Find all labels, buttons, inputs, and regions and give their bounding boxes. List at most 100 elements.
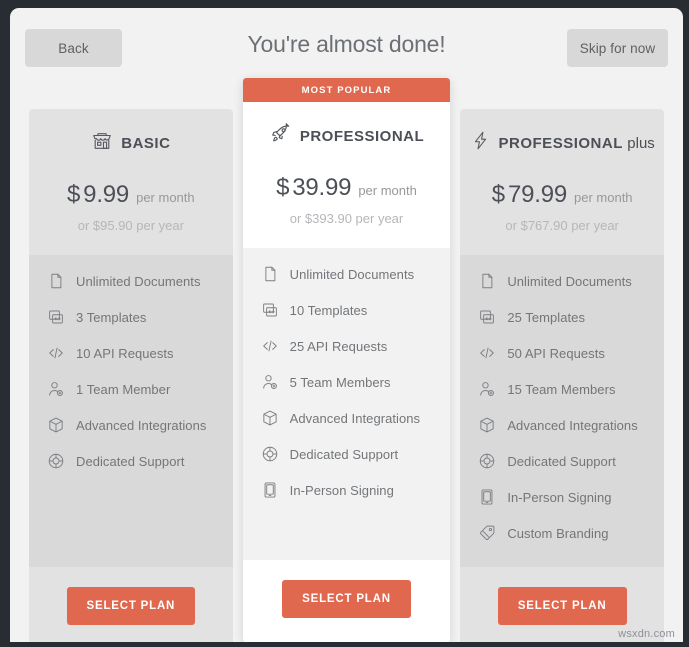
template-icon [478,308,496,326]
user-add-icon [47,380,65,398]
feature-item: Dedicated Support [478,443,664,479]
lifering-icon [478,452,496,470]
cube-icon [478,416,496,434]
plan-name-row: PROFESSIONAL [243,123,451,149]
document-icon [478,272,496,290]
page-surface: Back You're almost done! Skip for now BA… [10,8,683,642]
feature-label: In-Person Signing [289,482,394,498]
feature-item: 25 API Requests [261,328,451,364]
feature-label: 10 API Requests [76,345,174,361]
select-plan-button-basic[interactable]: SELECT PLAN [66,587,196,625]
feature-item: In-Person Signing [478,479,664,515]
feature-list-professional-plus: Unlimited Documents 25 Templates 50 API … [460,255,664,567]
price-amount: 79.99 [507,181,567,208]
feature-item: In-Person Signing [261,472,451,508]
feature-label: 25 Templates [507,309,586,325]
feature-label: Custom Branding [507,525,609,541]
feature-label: Unlimited Documents [76,273,201,289]
code-icon [478,344,496,362]
pricing-plan-list: BASIC $9.99 per month or $95.90 per year… [10,78,683,642]
feature-item: Advanced Integrations [47,407,233,443]
plan-price-row: $39.99 per month [243,174,451,202]
yearly-price: or $393.90 per year [289,211,404,226]
feature-item: 50 API Requests [478,335,664,371]
feature-item: 1 Team Member [47,371,233,407]
feature-label: 50 API Requests [507,345,605,361]
select-plan-button-professional-plus[interactable]: SELECT PLAN [497,587,627,625]
feature-label: 3 Templates [76,309,147,325]
user-add-icon [478,380,496,398]
price-amount: 39.99 [292,174,352,201]
plan-name: PROFESSIONAL plus [499,135,655,152]
feature-label: 10 Templates [289,302,368,318]
feature-item: 10 API Requests [47,335,233,371]
plan-price: $39.99 [276,174,351,202]
plan-price: $9.99 [67,181,129,209]
feature-item: 3 Templates [47,299,233,335]
plan-footer-basic: SELECT PLAN [29,567,233,642]
code-icon [261,337,279,355]
feature-item: Dedicated Support [47,443,233,479]
plan-name-row: BASIC [29,130,233,156]
tablet-icon [261,481,279,499]
feature-label: Unlimited Documents [289,266,415,282]
template-icon [261,301,279,319]
pricing-card-professional: MOST POPULAR PROFESSIONAL $39.99 per mon… [242,78,451,642]
plan-name-text: PROFESSIONAL [498,134,623,152]
feature-item: Unlimited Documents [47,263,233,299]
lifering-icon [47,452,65,470]
feature-item: 15 Team Members [478,371,664,407]
feature-item: Unlimited Documents [478,263,664,299]
feature-label: In-Person Signing [507,489,612,505]
yearly-price: or $95.90 per year [77,218,184,233]
feature-item: Advanced Integrations [261,400,451,436]
bolt-icon [470,130,491,156]
plan-price-row: $79.99 per month [460,181,664,209]
feature-label: 1 Team Member [76,381,171,397]
feature-label: Advanced Integrations [289,410,421,426]
yearly-price: or $767.90 per year [505,218,619,233]
page-header: Back You're almost done! Skip for now [10,8,683,78]
feature-list-professional: Unlimited Documents 10 Templates 25 API … [242,248,451,560]
plan-footer-professional: SELECT PLAN [242,560,451,642]
plan-name: PROFESSIONAL [300,128,424,145]
plan-name-text: BASIC [121,134,171,152]
plan-name: BASIC [121,135,170,152]
plan-name-row: PROFESSIONAL plus [460,130,664,156]
plan-price-row: $9.99 per month [29,181,233,209]
skip-for-now-button[interactable]: Skip for now [567,29,668,67]
pricing-card-basic: BASIC $9.99 per month or $95.90 per year… [29,109,233,642]
feature-item: Custom Branding [478,515,664,551]
feature-label: 5 Team Members [289,374,391,390]
billing-period: per month [136,190,195,205]
feature-label: Dedicated Support [76,453,185,469]
lifering-icon [261,445,279,463]
feature-label: Advanced Integrations [507,417,638,433]
shop-icon [91,130,113,157]
window-frame: Back You're almost done! Skip for now BA… [0,0,689,647]
currency-symbol: $ [491,181,505,208]
plan-name-text: PROFESSIONAL [299,127,425,145]
select-plan-button-professional[interactable]: SELECT PLAN [282,580,411,618]
watermark: wsxdn.com [618,628,675,640]
user-add-icon [261,373,279,391]
code-icon [47,344,65,362]
feature-label: Unlimited Documents [507,273,632,289]
feature-item: Unlimited Documents [261,256,451,292]
plan-header-basic: BASIC $9.99 per month or $95.90 per year [29,109,233,255]
billing-period: per month [574,190,633,205]
billing-period: per month [358,183,417,198]
feature-label: 15 Team Members [507,381,616,397]
tag-icon [478,524,496,542]
feature-item: 10 Templates [261,292,451,328]
feature-list-basic: Unlimited Documents 3 Templates 10 API R… [29,255,233,567]
pricing-card-professional-plus: PROFESSIONAL plus $79.99 per month or $7… [460,109,664,642]
feature-item: 25 Templates [478,299,664,335]
feature-item: 5 Team Members [261,364,451,400]
feature-label: Dedicated Support [289,446,399,462]
feature-label: Advanced Integrations [76,417,207,433]
plan-header-professional: PROFESSIONAL $39.99 per month or $393.90… [242,102,451,248]
plan-name-suffix: plus [627,134,655,152]
document-icon [47,272,65,290]
document-icon [261,265,279,283]
